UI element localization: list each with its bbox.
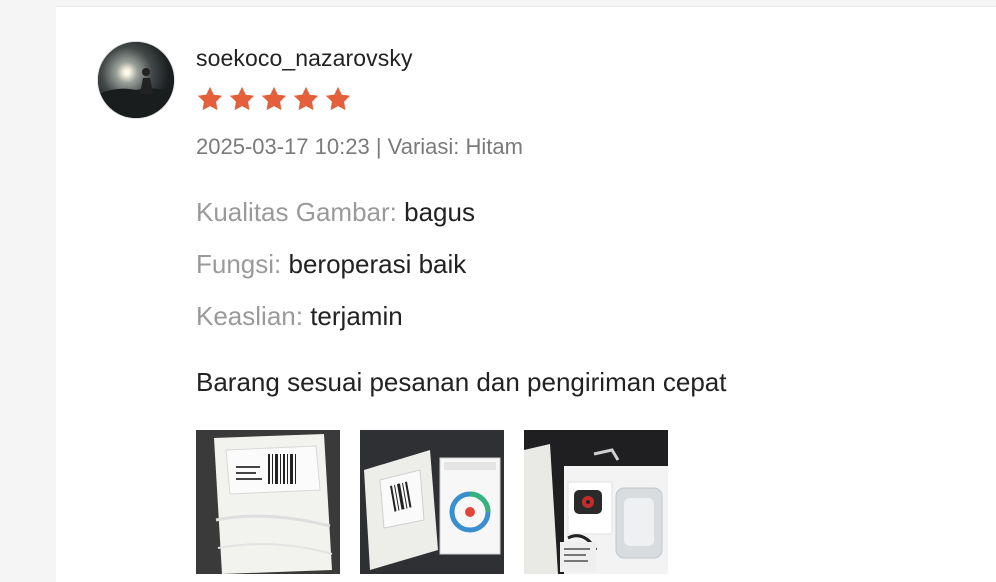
attribute-row-authenticity: Keaslian: terjamin: [196, 301, 403, 332]
star-icon: [197, 86, 223, 111]
attribute-row-function: Fungsi: beroperasi baik: [196, 249, 466, 280]
attribute-value: bagus: [404, 197, 475, 227]
photo-white-package: [196, 430, 340, 574]
rating-stars: [196, 85, 352, 113]
star-icon: [325, 86, 351, 111]
star-icon: [261, 86, 287, 111]
star-icon: [293, 86, 319, 111]
review-photo-1[interactable]: [196, 430, 340, 574]
review-photos: [196, 430, 668, 574]
username[interactable]: soekoco_nazarovsky: [196, 45, 413, 72]
review-date: 2025-03-17 10:23: [196, 134, 370, 159]
avatar[interactable]: [97, 41, 175, 119]
attribute-key: Fungsi:: [196, 249, 282, 279]
star-icon: [229, 86, 255, 111]
attribute-value: terjamin: [310, 301, 403, 331]
review-photo-2[interactable]: [360, 430, 504, 574]
review-page: soekoco_nazarovsky 2025-03-17 10:23 | Va…: [0, 0, 996, 582]
review-card: soekoco_nazarovsky 2025-03-17 10:23 | Va…: [56, 6, 996, 582]
variation-label: Variasi:: [387, 134, 460, 159]
review-comment: Barang sesuai pesanan dan pengiriman cep…: [196, 367, 727, 397]
photo-package-and-box: [360, 430, 504, 574]
meta-separator: |: [375, 134, 382, 159]
review-photo-3[interactable]: [524, 430, 668, 574]
avatar-image: [98, 42, 174, 118]
attribute-key: Keaslian:: [196, 301, 303, 331]
attribute-key: Kualitas Gambar:: [196, 197, 397, 227]
variation-value: Hitam: [465, 134, 523, 159]
photo-unboxed-device: [524, 430, 668, 574]
attribute-value: beroperasi baik: [288, 249, 467, 279]
review-meta: 2025-03-17 10:23 | Variasi: Hitam: [196, 134, 523, 160]
attribute-row-quality: Kualitas Gambar: bagus: [196, 197, 475, 228]
